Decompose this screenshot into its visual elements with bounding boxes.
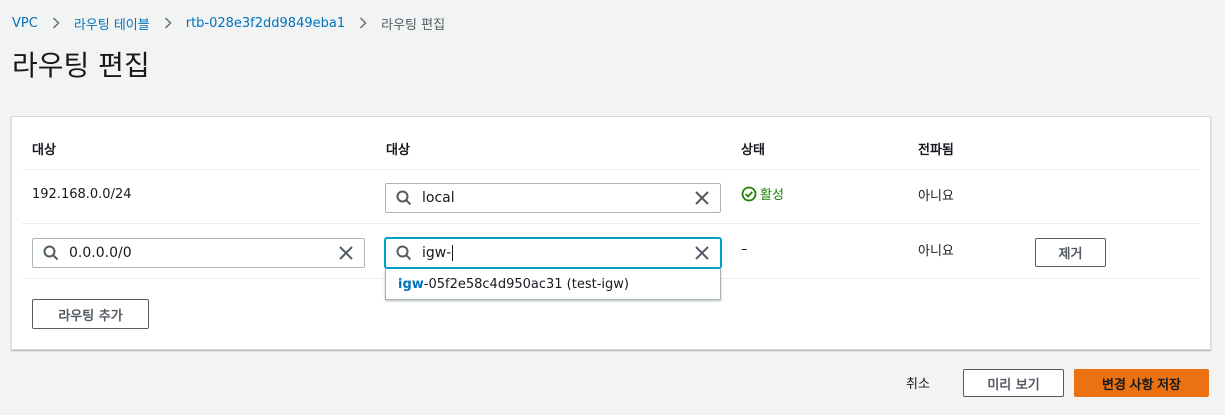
search-icon xyxy=(396,245,412,261)
search-icon xyxy=(396,190,412,206)
suggestion-rest: -05f2e58c4d950ac31 (test-igw) xyxy=(423,276,629,292)
chevron-right-icon xyxy=(46,15,66,31)
column-header-destination: 대상 xyxy=(32,143,56,158)
column-header-status: 상태 xyxy=(741,143,765,158)
routes-panel: 대상 대상 상태 전파됨 192.168.0.0/24 local 활성 아니요… xyxy=(11,116,1211,350)
row-1-target-value: local xyxy=(422,190,455,206)
column-header-target: 대상 xyxy=(386,143,410,158)
page-title: 라우팅 편집 xyxy=(12,49,150,82)
row-1-destination: 192.168.0.0/24 xyxy=(32,187,132,202)
chevron-right-icon xyxy=(158,15,178,31)
row-2-destination-input[interactable]: 0.0.0.0/0 xyxy=(32,238,365,268)
breadcrumb-current: 라우팅 편집 xyxy=(381,17,446,33)
breadcrumb: VPC 라우팅 테이블 rtb-028e3f2dd9849eba1 라우팅 편집 xyxy=(12,14,446,33)
target-suggestion-dropdown: igw-05f2e58c4d950ac31 (test-igw) xyxy=(385,269,721,300)
breadcrumb-link-route-table-id[interactable]: rtb-028e3f2dd9849eba1 xyxy=(186,16,345,31)
column-header-propagated: 전파됨 xyxy=(918,143,954,158)
row-2-target-value-wrap: igw- xyxy=(422,245,695,261)
row-2-target-input[interactable]: igw- xyxy=(385,238,721,268)
row-2-target-value: igw- xyxy=(422,245,452,261)
save-changes-button[interactable]: 변경 사항 저장 xyxy=(1074,369,1209,397)
row-1-status-label: 활성 xyxy=(760,188,784,203)
breadcrumb-link-vpc[interactable]: VPC xyxy=(12,16,38,31)
clear-icon[interactable] xyxy=(695,246,709,260)
row-1-status: 활성 xyxy=(741,184,784,203)
header-divider xyxy=(22,169,1200,170)
row-2-destination-value: 0.0.0.0/0 xyxy=(69,245,132,261)
text-caret xyxy=(452,245,454,261)
row-2-status: – xyxy=(741,242,748,257)
search-icon xyxy=(43,245,59,261)
chevron-right-icon xyxy=(353,15,373,31)
row-1-propagated: 아니요 xyxy=(918,189,954,204)
row-1-target-input[interactable]: local xyxy=(385,183,721,213)
suggestion-option-igw[interactable]: igw-05f2e58c4d950ac31 (test-igw) xyxy=(398,277,629,292)
preview-button[interactable]: 미리 보기 xyxy=(963,369,1064,397)
cancel-button[interactable]: 취소 xyxy=(906,373,930,392)
status-success-icon xyxy=(741,186,757,201)
clear-icon[interactable] xyxy=(339,246,353,260)
row-divider xyxy=(22,223,1200,224)
breadcrumb-link-route-tables[interactable]: 라우팅 테이블 xyxy=(74,14,150,33)
suggestion-match: igw xyxy=(398,276,424,292)
row-2-propagated: 아니요 xyxy=(918,244,954,259)
add-route-button[interactable]: 라우팅 추가 xyxy=(32,299,149,329)
clear-icon[interactable] xyxy=(695,191,709,205)
remove-route-button[interactable]: 제거 xyxy=(1035,238,1106,267)
